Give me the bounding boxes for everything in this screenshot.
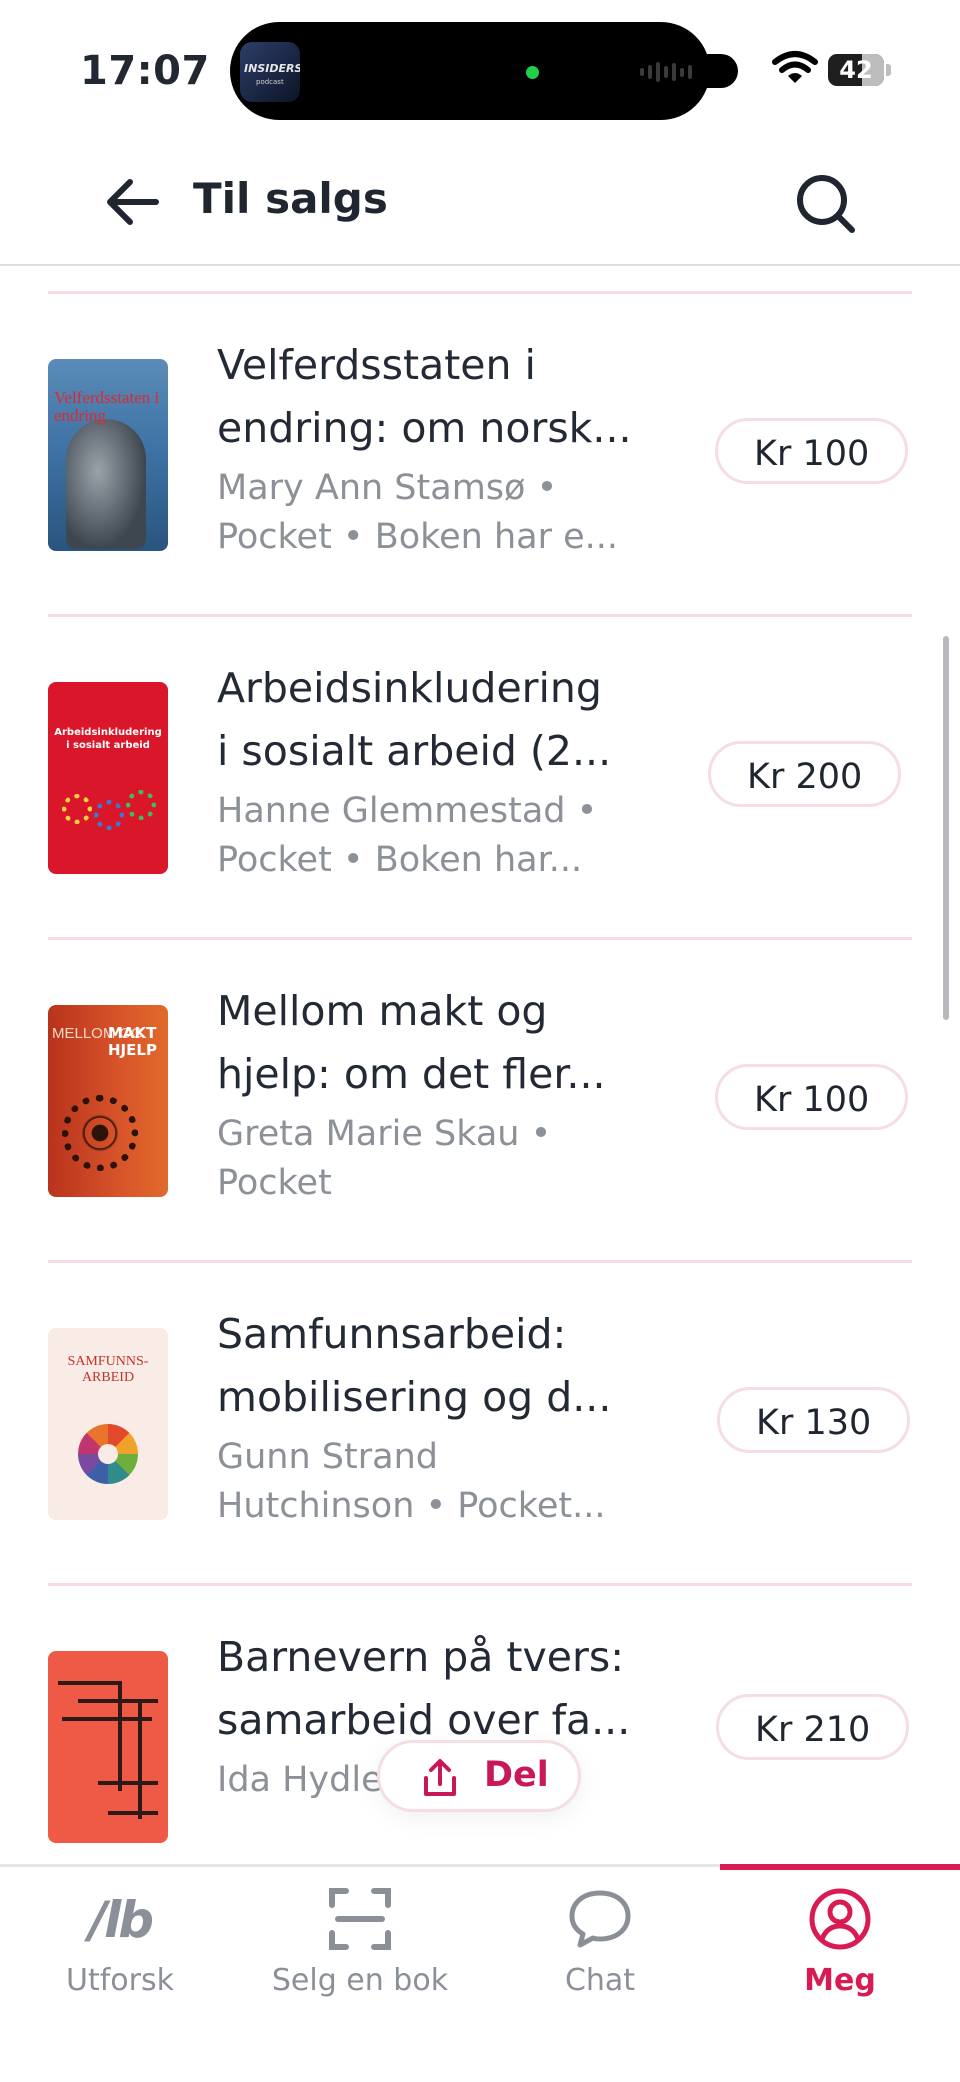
podcast-art-label: INSIDERS: [244, 62, 300, 75]
book-row[interactable]: Barnevern på tvers: samarbeid over fa...…: [0, 1586, 960, 1864]
share-icon: [424, 1759, 456, 1796]
book-row[interactable]: Velferdsstaten i endring Velferdsstaten …: [0, 294, 960, 614]
tab-label: Meg: [804, 1963, 876, 1998]
wifi-icon: [772, 51, 818, 83]
book-meta-line: Greta Marie Skau •: [217, 1114, 552, 1154]
app-header: Til salgs: [0, 140, 960, 266]
book-title: Samfunnsarbeid: mobilisering og d...: [217, 1303, 687, 1429]
book-title-line: Samfunnsarbeid:: [217, 1310, 567, 1358]
book-title-line: Barnevern på tvers:: [217, 1633, 625, 1681]
bottom-nav: /lb Utforsk Selg en bok Chat Meg: [0, 1864, 960, 2082]
scan-icon: [329, 1888, 391, 1950]
book-cover: MELLOM OG MAKT HJELP: [48, 1005, 168, 1197]
book-cover: Velferdsstaten i endring: [48, 359, 168, 551]
tab-label: Utforsk: [66, 1963, 174, 1998]
tab-label: Selg en bok: [271, 1963, 449, 1998]
audio-wave-icon: [640, 62, 700, 82]
podcast-art-sublabel: podcast: [256, 78, 284, 86]
book-meta-line: Hutchinson • Pocket...: [217, 1486, 606, 1526]
book-title-line: Arbeidsinkludering: [217, 664, 602, 712]
share-label: Del: [484, 1755, 549, 1795]
price-badge[interactable]: Kr 130: [717, 1387, 911, 1453]
tab-chat[interactable]: Chat: [480, 1867, 720, 2082]
status-bar: 17:07 INSIDERS podcast 42: [0, 0, 960, 140]
book-row[interactable]: SAMFUNNS-ARBEID Samfunnsarbeid: mobilise…: [0, 1263, 960, 1583]
book-meta: Greta Marie Skau • Pocket: [217, 1110, 667, 1208]
tab-label: Chat: [564, 1963, 636, 1998]
book-title-line: mobilisering og d...: [217, 1373, 612, 1421]
book-title: Mellom makt og hjelp: om det fler...: [217, 980, 687, 1106]
tab-utforsk[interactable]: /lb Utforsk: [0, 1867, 240, 2082]
camera-indicator-dot: [526, 66, 539, 79]
tab-meg[interactable]: Meg: [720, 1867, 960, 2082]
book-meta-line: Pocket • Boken har e...: [217, 517, 619, 557]
search-icon[interactable]: [790, 168, 862, 240]
book-title: Arbeidsinkludering i sosialt arbeid (2..…: [217, 657, 687, 783]
book-row[interactable]: Arbeidsinkludering i sosialt arbeid Arbe…: [0, 617, 960, 937]
book-title: Velferdsstaten i endring: om norsk...: [217, 334, 687, 460]
tab-selg-en-bok[interactable]: Selg en bok: [240, 1867, 480, 2082]
price-badge[interactable]: Kr 100: [715, 418, 909, 484]
book-meta: Mary Ann Stamsø • Pocket • Boken har e..…: [217, 464, 667, 562]
book-list[interactable]: Velferdsstaten i endring Velferdsstaten …: [0, 266, 960, 1864]
cover-title: Velferdsstaten i endring: [54, 388, 160, 425]
price-badge[interactable]: Kr 100: [715, 1064, 909, 1130]
battery-level: 42: [839, 56, 873, 84]
price-badge[interactable]: Kr 210: [716, 1694, 910, 1760]
book-meta-line: Hanne Glemmestad •: [217, 791, 598, 831]
book-meta-line: Gunn Strand: [217, 1437, 438, 1477]
chat-bubble-icon: [569, 1890, 631, 1948]
book-title-line: Mellom makt og: [217, 987, 548, 1035]
cover-title: SAMFUNNS-ARBEID: [67, 1354, 149, 1385]
page-title: Til salgs: [193, 174, 388, 223]
book-meta-line: Pocket • Boken har...: [217, 840, 583, 880]
profile-icon: [809, 1888, 871, 1950]
book-cover: SAMFUNNS-ARBEID: [48, 1328, 168, 1520]
book-cover: [48, 1651, 168, 1843]
clock: 17:07: [80, 48, 210, 94]
cover-title: Arbeidsinkludering i sosialt arbeid: [54, 727, 162, 751]
podcast-artwork: INSIDERS podcast: [240, 42, 300, 102]
cover-title: MAKT HJELP: [108, 1024, 157, 1059]
book-meta: Gunn Strand Hutchinson • Pocket...: [217, 1433, 667, 1531]
price-badge[interactable]: Kr 200: [708, 741, 902, 807]
book-title-line: Velferdsstaten i: [217, 341, 536, 389]
lb-logo-text: /lb: [88, 1891, 154, 1949]
lb-logo-icon: /lb: [88, 1887, 154, 1951]
book-cover: Arbeidsinkludering i sosialt arbeid: [48, 682, 168, 874]
arrow-left-icon[interactable]: [100, 172, 164, 232]
book-row[interactable]: MELLOM OG MAKT HJELP Mellom makt og hjel…: [0, 940, 960, 1260]
share-button[interactable]: Del: [377, 1740, 581, 1812]
book-meta-line: Pocket: [217, 1163, 332, 1203]
book-title: Barnevern på tvers: samarbeid over fa...: [217, 1626, 687, 1752]
dynamic-island[interactable]: INSIDERS podcast: [230, 22, 710, 120]
book-meta-line: Mary Ann Stamsø •: [217, 468, 558, 508]
book-title-line: endring: om norsk...: [217, 404, 632, 452]
battery-icon: 42: [828, 54, 892, 86]
book-title-line: i sosialt arbeid (2...: [217, 727, 612, 775]
book-meta: Hanne Glemmestad • Pocket • Boken har...: [217, 787, 667, 885]
scrollbar[interactable]: [943, 636, 949, 1020]
book-title-line: hjelp: om det fler...: [217, 1050, 606, 1098]
